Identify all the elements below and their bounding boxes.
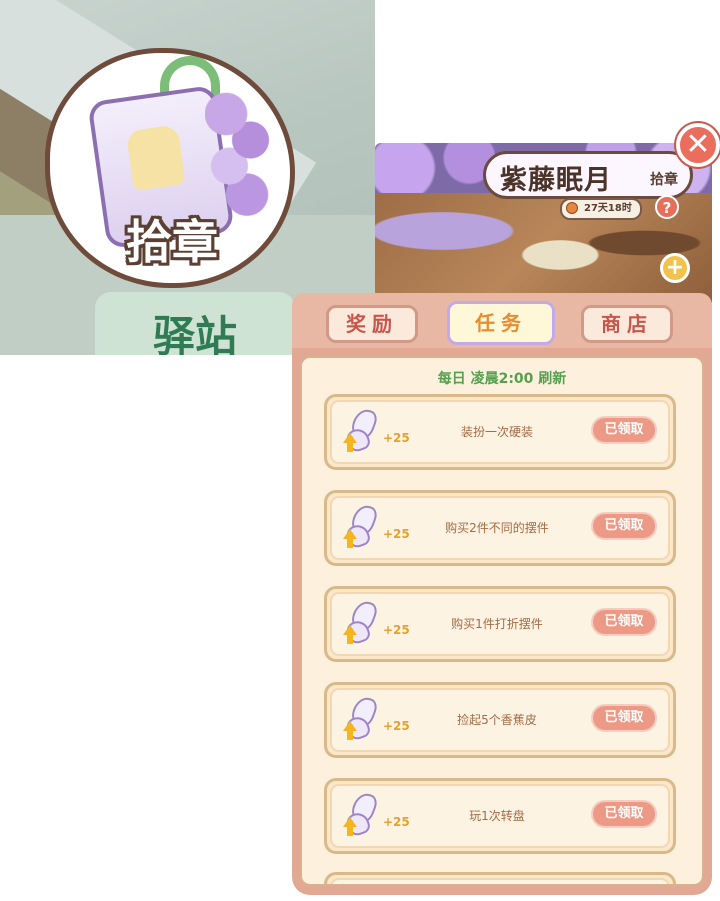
claimed-button[interactable]: 已领取 <box>591 704 657 732</box>
clock-icon <box>566 202 578 214</box>
task-description: 购买1件打折摆件 <box>451 617 543 631</box>
butterfly-icon <box>343 598 380 647</box>
task-reward: +25 <box>383 719 410 733</box>
help-icon[interactable]: ? <box>655 195 679 219</box>
butterfly-icon <box>343 406 380 455</box>
task-reward: +25 <box>383 815 410 829</box>
task-row: +25 装扮一次硬装 已领取 <box>324 394 676 470</box>
task-row: +25 购买1件打折摆件 已领取 <box>324 586 676 662</box>
butterfly-icon <box>343 790 380 839</box>
butterfly-icon <box>343 694 380 743</box>
tab-bar: 奖励 任务 商店 <box>292 293 712 353</box>
badge-label: 拾章 <box>126 215 218 269</box>
task-description: 装扮一次硬装 <box>460 425 533 439</box>
task-row: +25 玩1次转盘 已领取 <box>324 778 676 854</box>
task-reward: +25 <box>383 431 410 445</box>
task-description: 购买2件不同的摆件 <box>445 521 549 535</box>
close-button[interactable]: ✕ <box>676 123 720 167</box>
tab-rewards[interactable]: 奖励 <box>326 305 418 343</box>
title-plate: 紫藤眠月 拾章 <box>483 151 693 199</box>
event-banner: 紫藤眠月 拾章 27天18时 ? + <box>375 143 712 303</box>
task-reward: +25 <box>383 623 410 637</box>
claimed-button[interactable]: 已领取 <box>591 608 657 636</box>
task-list[interactable]: 每日 凌晨2:00 刷新 +25 装扮一次硬装 已领取 +25 购买2件不同的摆… <box>300 356 704 886</box>
task-row-partial <box>324 872 676 884</box>
task-reward: +25 <box>383 527 410 541</box>
wisteria-icon <box>205 88 275 218</box>
task-row: +25 捡起5个香蕉皮 已领取 <box>324 682 676 758</box>
event-panel: 紫藤眠月 拾章 27天18时 ? + ✕ 奖励 任务 商店 每日 凌晨2:00 … <box>292 123 720 895</box>
close-icon: ✕ <box>685 127 711 162</box>
task-description: 捡起5个香蕉皮 <box>457 713 537 727</box>
task-description: 玩1次转盘 <box>469 809 525 823</box>
butterfly-icon <box>343 502 380 551</box>
task-list-panel: 每日 凌晨2:00 刷新 +25 装扮一次硬装 已领取 +25 购买2件不同的摆… <box>292 348 712 895</box>
event-timer: 27天18时 <box>560 198 642 220</box>
claimed-button[interactable]: 已领取 <box>591 512 657 540</box>
timer-text: 27天18时 <box>584 203 632 214</box>
tab-tasks[interactable]: 任务 <box>447 301 555 345</box>
refresh-note: 每日 凌晨2:00 刷新 <box>437 371 567 387</box>
claimed-button[interactable]: 已领取 <box>591 800 657 828</box>
event-badge-button[interactable]: 拾章 <box>45 38 295 293</box>
tab-shop[interactable]: 商店 <box>581 305 673 343</box>
claimed-button[interactable]: 已领取 <box>591 416 657 444</box>
station-sign: 驿站 <box>95 292 295 355</box>
event-title: 紫藤眠月 <box>500 165 612 196</box>
task-row: +25 购买2件不同的摆件 已领取 <box>324 490 676 566</box>
event-subtitle: 拾章 <box>650 172 678 188</box>
zoom-in-icon[interactable]: + <box>660 253 690 283</box>
